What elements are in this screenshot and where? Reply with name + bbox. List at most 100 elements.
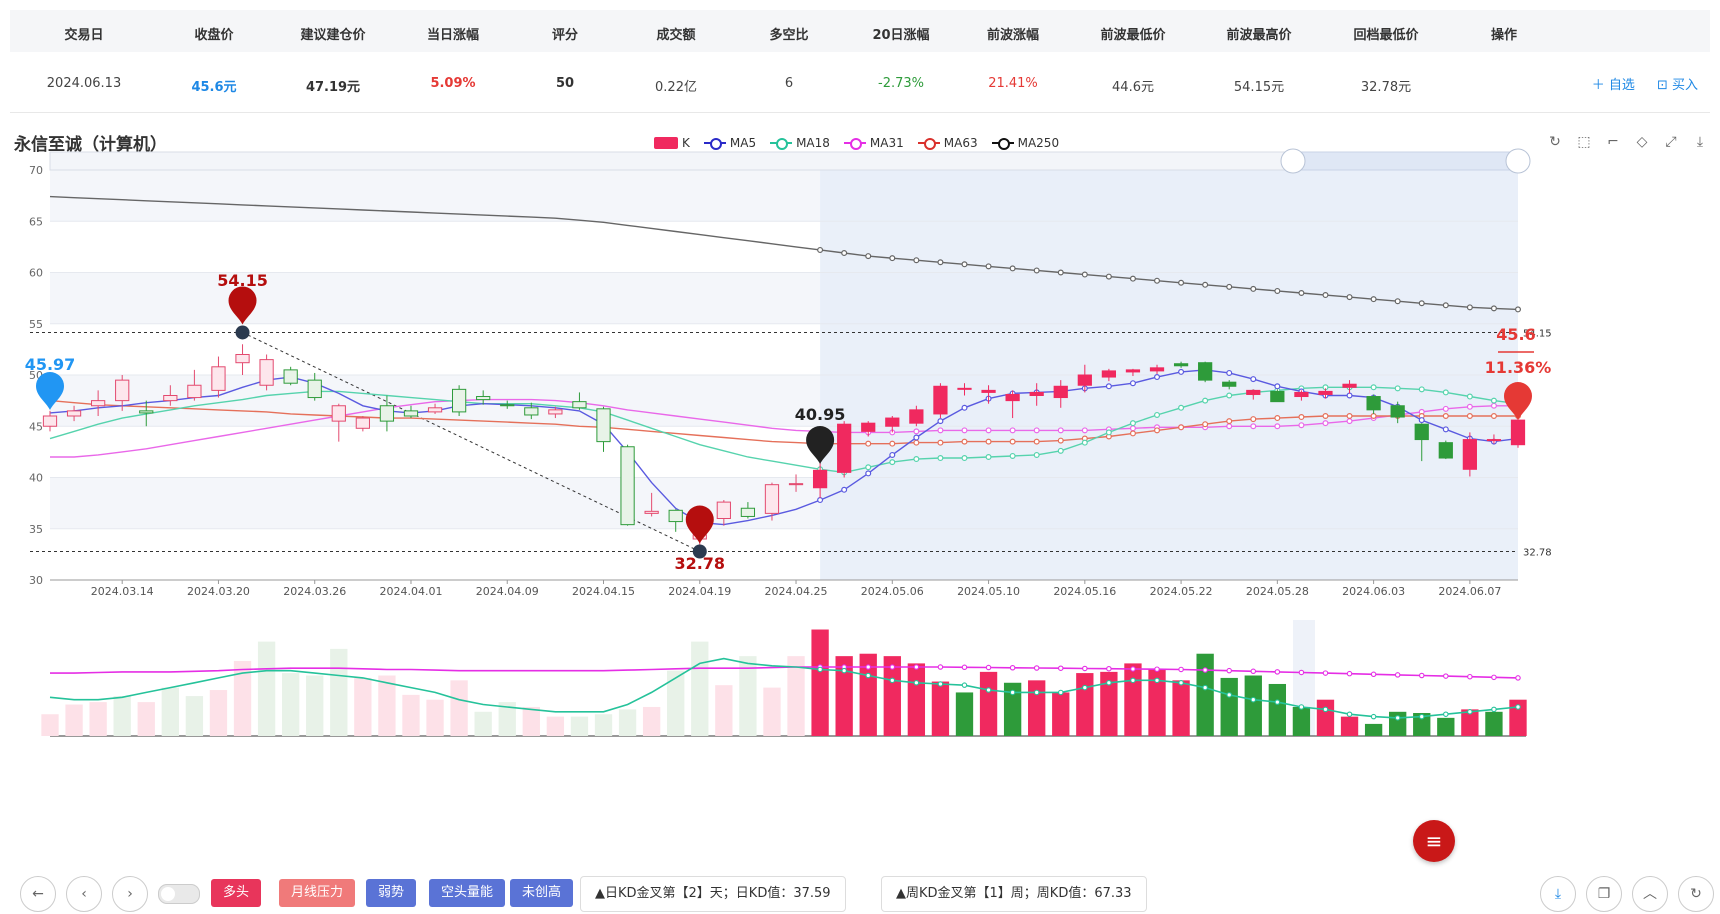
ma31-point <box>937 427 944 434</box>
ma5-point <box>1129 380 1136 387</box>
arrow-left-icon[interactable]: ← <box>20 876 56 912</box>
ma63-point <box>1346 413 1353 420</box>
tag-no-new-high[interactable]: 未创高 <box>510 879 574 907</box>
volume-bar <box>306 675 324 736</box>
ma5-point <box>1274 383 1281 390</box>
candle-body <box>1294 391 1309 398</box>
volume-ma-green-point <box>913 680 920 686</box>
candle-body <box>283 369 298 384</box>
x-tick-label: 2024.06.07 <box>1438 585 1501 598</box>
volume-bar <box>1340 716 1359 736</box>
volume-bar <box>1172 680 1190 736</box>
candle-body <box>572 401 587 409</box>
volume-bar <box>1244 675 1262 736</box>
ma63-point <box>1226 418 1233 425</box>
volume-bar <box>426 699 444 736</box>
candle-body <box>139 410 154 414</box>
volume-bar <box>1028 680 1046 736</box>
volume-bar <box>522 706 540 736</box>
candle-body <box>1462 439 1477 470</box>
candle-body <box>1486 439 1502 442</box>
volume-ma-pink-point <box>913 664 920 670</box>
volume-bar <box>642 706 661 736</box>
ma18-point <box>1226 392 1233 399</box>
volume-bar <box>979 671 998 736</box>
zoom-slider-handle <box>1280 148 1306 174</box>
volume-ma-green-point <box>1418 713 1425 720</box>
refresh-icon[interactable]: ↻ <box>1678 876 1714 912</box>
download-icon[interactable]: ⤓ <box>1540 876 1576 912</box>
tag-bull[interactable]: 多头 <box>211 879 262 907</box>
volume-ma-green-point <box>1106 680 1112 686</box>
volume-ma-green-point <box>1082 684 1088 691</box>
ma18-point <box>1490 397 1497 404</box>
ma5-point <box>817 497 824 504</box>
volume-ma-pink-point <box>1178 666 1184 673</box>
ma18-point <box>985 454 992 461</box>
ma18-point <box>889 459 896 466</box>
volume-ma-green-point <box>1491 706 1497 713</box>
volume-bar <box>1076 673 1094 736</box>
volume-ma-pink-point <box>1467 673 1473 680</box>
y-tick-label: 70 <box>29 164 43 177</box>
candle-body <box>1246 389 1261 395</box>
candle-body <box>1125 369 1141 373</box>
kline-chart[interactable]: 3035404550556065702024.03.14 2024.03.20 20… <box>0 0 1720 870</box>
arrow-up-icon[interactable]: ︿ <box>1632 876 1668 912</box>
ma250-point <box>1466 304 1473 311</box>
ma31-point <box>1274 423 1281 430</box>
ma31-point <box>1442 405 1449 412</box>
ma5-point <box>1105 383 1112 390</box>
candle-body <box>427 407 443 413</box>
candle-body <box>1390 405 1405 418</box>
ma250-point <box>1442 302 1449 309</box>
candle-body <box>235 354 250 364</box>
toggle-switch[interactable] <box>158 884 200 904</box>
ma250-point <box>1178 279 1185 286</box>
ma250-point <box>1081 271 1088 278</box>
ma63-point <box>1370 413 1377 420</box>
x-tick-label: 2024.05.16 <box>1053 585 1116 598</box>
ma31-point <box>1033 427 1040 434</box>
ma18-point <box>1442 389 1449 396</box>
candle-body <box>163 395 178 402</box>
volume-bar <box>281 673 300 736</box>
volume-ma-pink-point <box>1082 665 1088 672</box>
candle-body <box>307 379 322 399</box>
candle-body <box>1510 419 1526 446</box>
bottom-bar: ← ‹ › 多头 月线压力 弱势 空头量能 未创高 ▲日KD金叉第【2】天；日K… <box>0 870 1720 914</box>
candle-body <box>812 469 828 489</box>
ma250-point <box>1009 265 1016 272</box>
candle-body <box>1342 383 1357 388</box>
candle-body <box>1173 363 1189 367</box>
volume-bar <box>330 648 348 736</box>
ma31-point <box>1081 427 1088 434</box>
chevron-left-icon[interactable]: ‹ <box>66 876 102 912</box>
ma18-point <box>1154 411 1161 418</box>
volume-ma-green-point <box>1250 696 1257 703</box>
ma31-point <box>961 427 968 434</box>
tag-weak[interactable]: 弱势 <box>366 879 417 907</box>
daily-kd-note: ▲日KD金叉第【2】天；日KD值：37.59 <box>580 876 846 912</box>
tag-bear-volume[interactable]: 空头量能 <box>429 879 506 907</box>
volume-bar <box>1437 717 1455 736</box>
candle-body <box>331 405 346 422</box>
volume-ma-green-point <box>1130 677 1136 684</box>
ma5-point <box>865 470 872 477</box>
menu-fab[interactable]: ≡ <box>1413 820 1455 862</box>
chevron-right-icon[interactable]: › <box>112 876 148 912</box>
volume-bar <box>354 677 372 736</box>
y-tick-label: 40 <box>29 472 43 485</box>
ma63-point <box>1490 413 1497 420</box>
volume-bar <box>161 687 179 736</box>
volume-ma-green-point <box>1467 709 1473 715</box>
y-tick-label: 65 <box>29 215 43 228</box>
tag-month-pressure[interactable]: 月线压力 <box>279 879 356 907</box>
ma18-point <box>1178 404 1185 411</box>
candle-body <box>716 501 731 520</box>
ma31-point <box>985 427 992 434</box>
candle-body <box>115 379 130 402</box>
copy-icon[interactable]: ❐ <box>1586 876 1622 912</box>
ma63-point <box>937 439 944 446</box>
ma5-point <box>1178 368 1185 375</box>
